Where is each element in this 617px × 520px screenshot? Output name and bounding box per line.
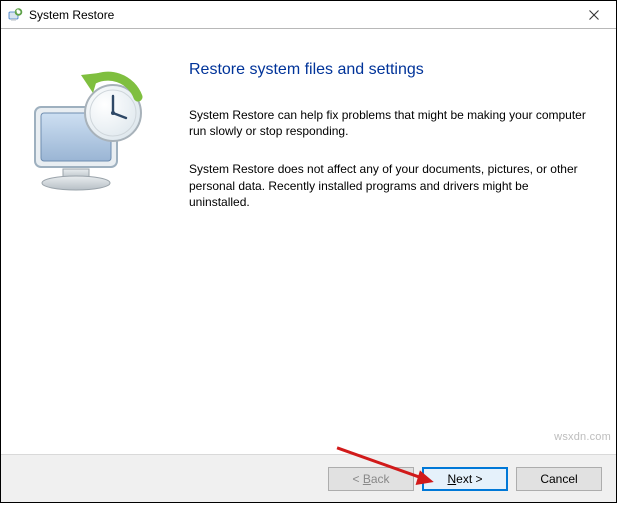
page-heading: Restore system files and settings	[189, 61, 588, 79]
cancel-button[interactable]: Cancel	[516, 467, 602, 491]
close-icon	[589, 10, 599, 20]
titlebar[interactable]: System Restore	[1, 1, 616, 29]
watermark-text: wsxdn.com	[554, 431, 611, 443]
wizard-button-bar: < Back Next > Cancel	[1, 454, 616, 502]
next-button[interactable]: Next >	[422, 467, 508, 491]
system-restore-icon	[7, 7, 23, 23]
window-title: System Restore	[29, 8, 114, 22]
sidebar-illustration-area	[1, 29, 179, 454]
system-restore-illustration-icon	[21, 69, 161, 209]
main-panel: Restore system files and settings System…	[179, 29, 616, 454]
content-area: Restore system files and settings System…	[1, 29, 616, 454]
back-button: < Back	[328, 467, 414, 491]
intro-paragraph-2: System Restore does not affect any of yo…	[189, 161, 588, 210]
system-restore-window: System Restore	[0, 0, 617, 503]
close-button[interactable]	[572, 1, 616, 29]
intro-paragraph-1: System Restore can help fix problems tha…	[189, 107, 588, 139]
